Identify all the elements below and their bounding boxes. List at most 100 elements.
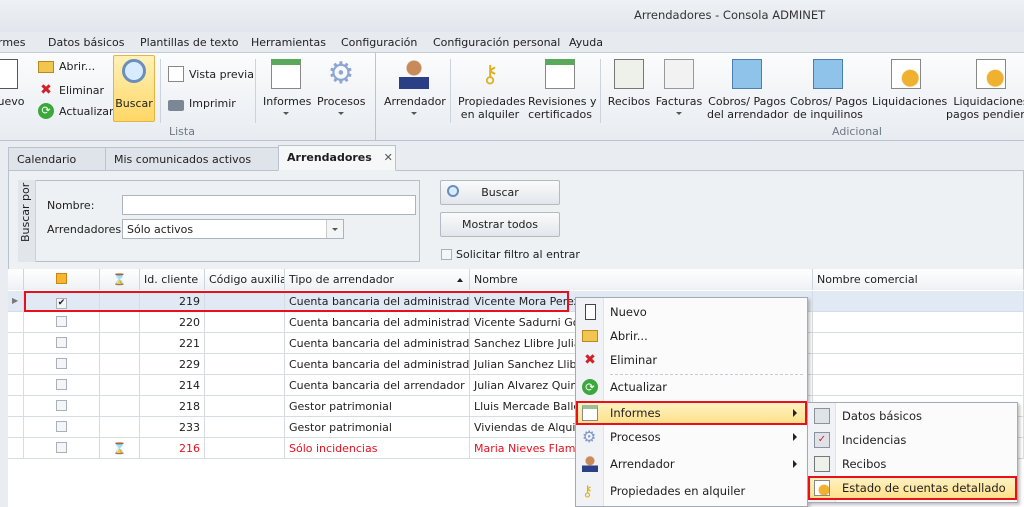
sub-estado-cuentas-detallado[interactable]: Estado de cuentas detallado [808,476,1017,500]
pending-column-header[interactable]: ⌛ [100,269,140,290]
menu-herramientas[interactable]: Herramientas [251,36,326,49]
key-icon: ⚷ [481,60,499,88]
tab-mis-comunicados[interactable]: Mis comunicados activos [105,147,279,170]
column-nombre-comercial[interactable]: Nombre comercial [813,269,1024,290]
refresh-icon: ⟳ [38,103,54,119]
row-select-cell[interactable] [24,375,100,396]
window-title: Arrendadores - Consola ADMINET [634,8,826,22]
ctx-eliminar[interactable]: ✖ Eliminar [576,348,807,372]
row-select-cell[interactable] [24,396,100,417]
pending-cell [100,396,140,417]
new-document-icon [0,59,18,89]
informes-dropdown[interactable]: Informes [263,59,311,115]
mostrar-todos-button[interactable]: Mostrar todos [440,212,560,237]
imprimir-button[interactable]: Imprimir [168,96,236,111]
row-checkbox[interactable] [56,337,67,348]
row-checkbox[interactable]: ✔ [56,298,67,309]
nombre-input[interactable] [122,195,416,215]
sub-datos-basicos[interactable]: Datos básicos [808,404,1017,428]
cell-tipo-arrendador: Cuenta bancaria del administrador [285,333,470,354]
propiedades-alquiler-button[interactable]: ⚷ Propiedades en alquiler [458,59,525,121]
arrendadores-select[interactable]: Sólo activos [122,219,344,239]
arrendador-dropdown[interactable]: Arrendador [384,59,446,115]
select-all-header[interactable] [24,269,100,290]
menu-plantillas[interactable]: Plantillas de texto [140,36,239,49]
menu-configuracion-personal[interactable]: Configuración personal [433,36,560,49]
ctx-informes[interactable]: Informes [576,401,807,425]
menu-datos-basicos[interactable]: Datos básicos [48,36,125,49]
row-indicator [8,375,24,396]
gear-icon: ⚙ [327,56,355,91]
column-codigo-auxiliar[interactable]: Código auxiliar [205,269,285,290]
cell-id-cliente: 233 [140,417,205,438]
table-row[interactable]: 220 Cuenta bancaria del administrador Vice… [8,312,1024,333]
row-checkbox[interactable] [56,358,67,369]
ctx-actualizar[interactable]: ⟳ Actualizar [576,375,807,399]
title-bar: Arrendadores - Consola ADMINET [0,0,1024,32]
row-checkbox[interactable] [56,421,67,432]
solicitar-filtro-checkbox[interactable]: Solicitar filtro al entrar [441,248,580,261]
facturas-dropdown[interactable]: Facturas [655,59,703,115]
eliminar-button[interactable]: ✖ Eliminar [38,82,104,98]
magnifier-icon [122,59,146,83]
row-checkbox[interactable] [56,379,67,390]
row-select-cell[interactable] [24,354,100,375]
vista-previa-button[interactable]: Vista previa [168,66,254,82]
pending-cell [100,291,140,312]
ctx-procesos[interactable]: ⚙ Procesos [576,425,807,449]
buscar-button[interactable]: Buscar [113,55,155,122]
ribbon: uevo Abrir... ✖ Eliminar ⟳ Actualizar Busc… [0,53,1024,141]
sub-incidencias[interactable]: ✓ Incidencias [808,428,1017,452]
menu-ayuda[interactable]: Ayuda [569,36,603,49]
close-tab-icon[interactable]: ✕ [384,151,393,164]
row-select-cell[interactable] [24,333,100,354]
row-select-cell[interactable] [24,417,100,438]
row-checkbox[interactable] [56,316,67,327]
table-row[interactable]: 221 Cuenta bancaria del administrador Sanc… [8,333,1024,354]
row-indicator [8,333,24,354]
pending-cell [100,312,140,333]
chevron-down-icon[interactable] [326,220,343,238]
tab-calendario[interactable]: Calendario [8,147,106,170]
menu-bar: rmes Datos básicos Plantillas de texto H… [0,32,1024,53]
ctx-arrendador[interactable]: Arrendador [576,452,807,476]
sub-recibos[interactable]: Recibos [808,452,1017,476]
column-nombre[interactable]: Nombre [470,269,813,290]
row-select-cell[interactable]: ✔ [24,291,100,312]
checkbox[interactable] [441,249,452,260]
cell-nombre-comercial [813,312,1024,333]
row-select-cell[interactable] [24,312,100,333]
column-tipo-arrendador[interactable]: Tipo de arrendador [285,269,470,290]
nuevo-button[interactable]: uevo [0,59,26,108]
column-id-cliente[interactable]: Id. cliente [140,269,205,290]
row-checkbox[interactable] [56,400,67,411]
cobros-pagos-arrendador-button[interactable]: Cobros/ Pagos del arrendador [707,59,788,121]
select-all-checkbox-icon[interactable] [56,273,67,284]
cell-tipo-arrendador: Cuenta bancaria del administrador [285,312,470,333]
folder-icon [582,330,598,342]
buscar-button-panel[interactable]: Buscar [440,180,560,205]
table-row[interactable]: 214 Cuenta bancaria del arrendador Julian … [8,375,1024,396]
menu-configuracion[interactable]: Configuración [341,36,417,49]
ctx-propiedades-alquiler[interactable]: ⚷ Propiedades en alquiler [576,479,807,503]
revisiones-certificados-button[interactable]: Revisiones y certificados [528,59,596,121]
row-select-cell[interactable] [24,438,100,459]
cobros-pagos-inquilinos-button[interactable]: Cobros/ Pagos de inquilinos [790,59,868,121]
cell-id-cliente: 218 [140,396,205,417]
ctx-abrir[interactable]: Abrir... [576,324,807,348]
magnifier-icon [447,185,459,197]
tab-arrendadores[interactable]: Arrendadores ✕ [278,145,396,171]
abrir-button[interactable]: Abrir... [38,60,95,73]
menu-informes[interactable]: rmes [0,36,26,49]
procesos-dropdown[interactable]: ⚙ Procesos [317,59,365,115]
calculator-person-icon [813,59,843,89]
recibos-button[interactable]: Recibos [607,59,651,108]
liquidaciones-pagos-pendientes-button[interactable]: Liquidacionespagos pendientes [946,59,1024,121]
cell-codigo-auxiliar [205,375,285,396]
ctx-nuevo[interactable]: Nuevo [576,300,807,324]
liquidaciones-button[interactable]: Liquidaciones [872,59,947,108]
row-checkbox[interactable] [56,442,67,453]
actualizar-button[interactable]: ⟳ Actualizar [38,103,114,119]
table-row[interactable]: 229 Cuenta bancaria del administrador Juli… [8,354,1024,375]
table-row[interactable]: ▶ ✔ 219 Cuenta bancaria del administrador Vi… [8,291,1024,312]
